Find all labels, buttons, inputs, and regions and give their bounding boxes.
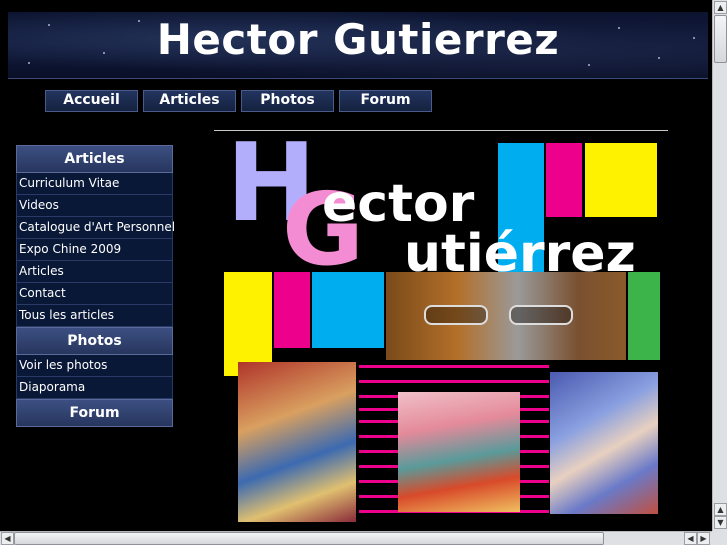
sidebar-menu: Articles Curriculum Vitae Videos Catalog… xyxy=(16,145,175,427)
arrow-up-icon[interactable]: ▲ xyxy=(714,503,727,516)
sidebar-item-curriculum-vitae[interactable]: Curriculum Vitae xyxy=(16,173,173,195)
arrow-left-icon[interactable]: ◀ xyxy=(1,532,14,545)
sidebar-item-voir-les-photos[interactable]: Voir les photos xyxy=(16,355,173,377)
vertical-scroll-thumb[interactable] xyxy=(714,15,727,63)
nav-tab-photos[interactable]: Photos xyxy=(241,90,334,112)
nav-tab-articles[interactable]: Articles xyxy=(143,90,236,112)
arrow-right-icon[interactable]: ▶ xyxy=(697,532,710,545)
nav-tab-accueil[interactable]: Accueil xyxy=(45,90,138,112)
sidebar-item-tous-les-articles[interactable]: Tous les articles xyxy=(16,305,173,327)
sidebar-item-videos[interactable]: Videos xyxy=(16,195,173,217)
horizontal-scroll-thumb[interactable] xyxy=(14,532,604,545)
portrait-photo xyxy=(386,272,626,360)
painting-left xyxy=(238,362,356,522)
horizontal-scrollbar[interactable]: ◀ ◀ ▶ xyxy=(0,531,712,545)
nav-tab-forum[interactable]: Forum xyxy=(339,90,432,112)
sidebar-item-articles[interactable]: Articles xyxy=(16,261,173,283)
banner-artwork: H G ector utiérrez xyxy=(224,140,660,525)
sidebar-heading-photos[interactable]: Photos xyxy=(16,327,173,355)
arrow-left-icon[interactable]: ◀ xyxy=(684,532,697,545)
sidebar-item-expo-chine[interactable]: Expo Chine 2009 xyxy=(16,239,173,261)
scrollbar-corner xyxy=(712,531,727,545)
sidebar-heading-forum[interactable]: Forum xyxy=(16,399,173,427)
banner-text-ector: ector xyxy=(322,174,475,234)
site-header: Hector Gutierrez xyxy=(8,12,708,79)
vertical-scrollbar[interactable]: ▲ ▲ ▼ xyxy=(712,0,727,531)
painting-right xyxy=(550,372,658,514)
arrow-down-icon[interactable]: ▼ xyxy=(714,516,727,529)
painting-middle xyxy=(398,392,520,512)
top-navigation: Accueil Articles Photos Forum xyxy=(45,90,432,112)
sidebar-item-contact[interactable]: Contact xyxy=(16,283,173,305)
sidebar-item-catalogue[interactable]: Catalogue d'Art Personnel xyxy=(16,217,175,239)
site-title: Hector Gutierrez xyxy=(156,15,560,64)
arrow-up-icon[interactable]: ▲ xyxy=(714,1,727,14)
sidebar-heading-articles[interactable]: Articles xyxy=(16,145,173,173)
sidebar-item-diaporama[interactable]: Diaporama xyxy=(16,377,173,399)
divider xyxy=(214,130,668,131)
